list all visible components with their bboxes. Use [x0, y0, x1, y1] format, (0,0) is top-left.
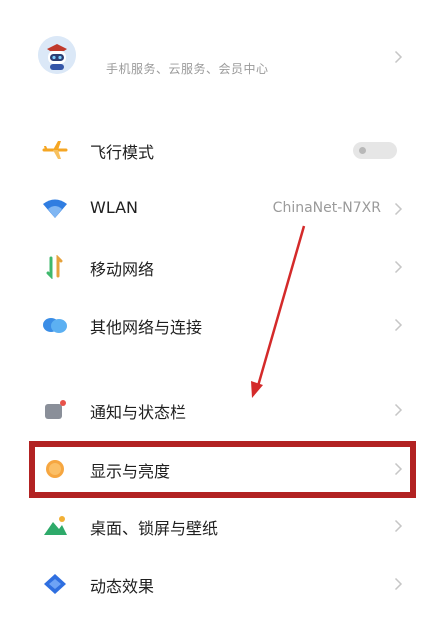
wallpaper-label: 桌面、锁屏与壁纸 — [90, 519, 219, 538]
chevron-right-icon — [394, 403, 403, 417]
mobile-network-row[interactable]: 移动网络 — [0, 239, 437, 295]
wlan-value: ChinaNet-N7XR — [272, 200, 381, 216]
account-row[interactable]: 手机服务、云服务、会员中心 — [0, 22, 437, 94]
notification-row[interactable]: 通知与状态栏 — [0, 382, 437, 438]
cloud-link-icon — [43, 318, 67, 333]
animation-label: 动态效果 — [90, 577, 155, 596]
notification-icon — [45, 400, 66, 419]
mobile-data-icon — [46, 255, 63, 279]
toggle-knob — [359, 147, 366, 154]
chevron-right-icon — [394, 519, 403, 533]
animation-row[interactable]: 动态效果 — [0, 556, 437, 612]
robot-avatar-icon — [38, 36, 76, 74]
wifi-icon — [43, 199, 67, 218]
airplane-mode-label: 飞行模式 — [90, 143, 155, 162]
highlight-box — [29, 441, 416, 498]
chevron-right-icon — [394, 318, 403, 332]
wallpaper-row[interactable]: 桌面、锁屏与壁纸 — [0, 498, 437, 554]
wlan-label: WLAN — [90, 198, 139, 217]
chevron-right-icon — [394, 202, 403, 216]
chevron-right-icon — [394, 260, 403, 274]
wlan-row[interactable]: WLAN ChinaNet-N7XR — [0, 181, 437, 237]
airplane-icon — [42, 141, 68, 159]
animation-diamond-icon — [44, 574, 66, 594]
chevron-right-icon — [394, 577, 403, 591]
account-subtitle: 手机服务、云服务、会员中心 — [106, 62, 269, 76]
airplane-mode-row[interactable]: 飞行模式 — [0, 122, 437, 178]
airplane-mode-toggle[interactable] — [353, 142, 397, 159]
other-network-row[interactable]: 其他网络与连接 — [0, 297, 437, 353]
other-network-label: 其他网络与连接 — [90, 318, 203, 337]
notification-label: 通知与状态栏 — [90, 403, 187, 422]
mobile-network-label: 移动网络 — [90, 260, 155, 279]
wallpaper-icon — [44, 516, 67, 535]
chevron-right-icon — [394, 50, 403, 64]
